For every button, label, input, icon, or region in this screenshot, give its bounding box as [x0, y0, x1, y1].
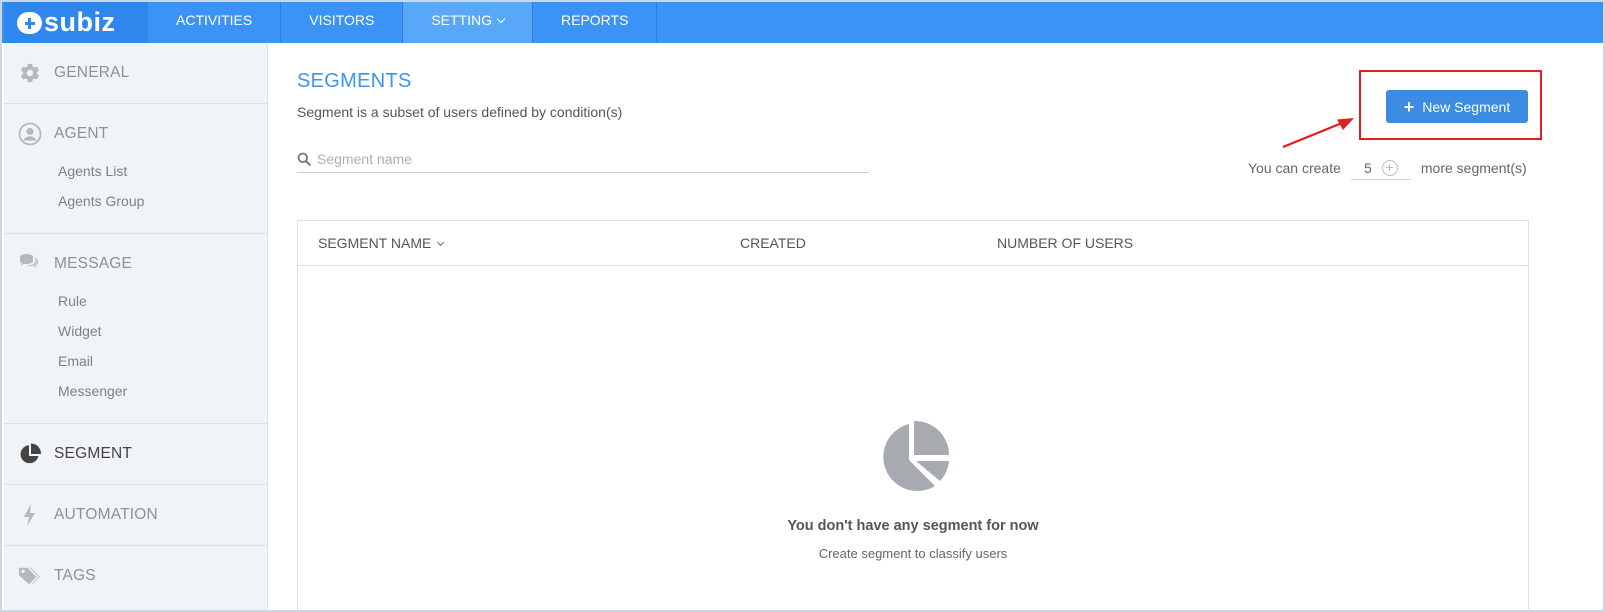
sidebar-item-email[interactable]: Email: [4, 346, 127, 376]
segment-search-input[interactable]: [317, 150, 857, 167]
sidebar-item-tags-label: TAGS: [54, 567, 96, 584]
tags-icon: [18, 564, 42, 588]
subiz-logo[interactable]: subiz: [4, 2, 148, 43]
main-content: SEGMENTS Segment is a subset of users de…: [268, 43, 1603, 610]
sidebar-item-general-label: GENERAL: [54, 64, 130, 81]
chevron-down-icon: [496, 14, 506, 24]
nav-setting-label: SETTING: [431, 12, 492, 28]
sidebar-item-segment[interactable]: SEGMENT: [4, 424, 267, 484]
sidebar-item-tags[interactable]: TAGS: [4, 546, 267, 606]
table-header: SEGMENT NAME CREATED NUMBER OF USERS: [298, 221, 1528, 266]
sidebar-item-agent-label: AGENT: [54, 125, 109, 142]
annotation-arrow-icon: [1282, 118, 1354, 149]
empty-state-title: You don't have any segment for now: [787, 518, 1039, 534]
app-window: subiz ACTIVITIES VISITORS SETTING REPORT…: [0, 0, 1605, 612]
sidebar-item-widget[interactable]: Widget: [4, 316, 127, 346]
segment-search: [297, 145, 869, 173]
nav-reports-label: REPORTS: [561, 12, 629, 28]
sidebar-item-message-label: MESSAGE: [54, 255, 133, 272]
sidebar-section-general: GENERAL: [4, 43, 267, 104]
sidebar-item-general[interactable]: GENERAL: [4, 43, 267, 103]
segments-table: SEGMENT NAME CREATED NUMBER OF USERS You…: [297, 220, 1529, 610]
main-nav: ACTIVITIES VISITORS SETTING REPORTS: [148, 2, 658, 43]
logo-icon: [17, 11, 42, 34]
nav-reports[interactable]: REPORTS: [533, 2, 658, 43]
empty-state-subtitle: Create segment to classify users: [818, 546, 1008, 561]
column-segment-name-label: SEGMENT NAME: [318, 235, 432, 251]
quota-stepper[interactable]: 5: [1350, 156, 1411, 180]
sidebar-item-messenger[interactable]: Messenger: [4, 376, 127, 406]
top-navbar: subiz ACTIVITIES VISITORS SETTING REPORT…: [2, 2, 1603, 43]
sidebar-section-message: MESSAGE Rule Widget Email Messenger: [4, 234, 267, 424]
sidebar-section-tags: TAGS: [4, 546, 267, 606]
settings-sidebar: GENERAL AGENT Agents List Agents Group M…: [4, 43, 268, 610]
sidebar-item-agent[interactable]: AGENT: [4, 104, 267, 164]
column-created: CREATED: [740, 235, 806, 251]
column-number-of-users: NUMBER OF USERS: [997, 235, 1134, 251]
nav-visitors-label: VISITORS: [309, 12, 375, 28]
sidebar-section-segment: SEGMENT: [4, 424, 267, 485]
sidebar-section-agent: AGENT Agents List Agents Group: [4, 104, 267, 234]
new-segment-button-label: New Segment: [1422, 98, 1511, 115]
plus-icon: +: [1403, 96, 1415, 117]
chat-bubbles-icon: [18, 252, 42, 276]
user-circle-icon: [18, 122, 42, 146]
lightning-icon: [18, 503, 42, 527]
empty-pie-chart-icon: [883, 420, 949, 491]
quota-value: 5: [1363, 159, 1372, 176]
pie-chart-icon: [18, 442, 42, 466]
page-subtitle: Segment is a subset of users defined by …: [297, 104, 623, 120]
sidebar-item-message[interactable]: MESSAGE: [4, 234, 267, 294]
search-icon: [297, 152, 311, 166]
sidebar-item-rule[interactable]: Rule: [4, 286, 127, 316]
nav-visitors[interactable]: VISITORS: [281, 2, 404, 43]
nav-setting[interactable]: SETTING: [403, 2, 533, 43]
new-segment-button[interactable]: + New Segment: [1386, 90, 1528, 123]
logo-text: subiz: [44, 7, 116, 37]
chevron-down-icon: [437, 238, 445, 247]
sidebar-item-segment-label: SEGMENT: [54, 445, 133, 462]
nav-activities-label: ACTIVITIES: [176, 12, 253, 28]
gear-icon: [18, 61, 42, 85]
plus-circle-icon[interactable]: [1381, 159, 1398, 176]
segment-quota: You can create 5 more segment(s): [1248, 156, 1527, 180]
sidebar-item-agents-group[interactable]: Agents Group: [4, 186, 144, 216]
sidebar-item-automation-label: AUTOMATION: [54, 506, 158, 523]
nav-activities[interactable]: ACTIVITIES: [148, 2, 282, 43]
sidebar-section-automation: AUTOMATION: [4, 485, 267, 546]
column-segment-name[interactable]: SEGMENT NAME: [318, 221, 445, 266]
sidebar-item-agents-list[interactable]: Agents List: [4, 156, 144, 186]
sidebar-item-automation[interactable]: AUTOMATION: [4, 485, 267, 545]
quota-prefix: You can create: [1248, 160, 1341, 176]
page-title: SEGMENTS: [297, 70, 412, 92]
quota-suffix: more segment(s): [1420, 160, 1527, 176]
